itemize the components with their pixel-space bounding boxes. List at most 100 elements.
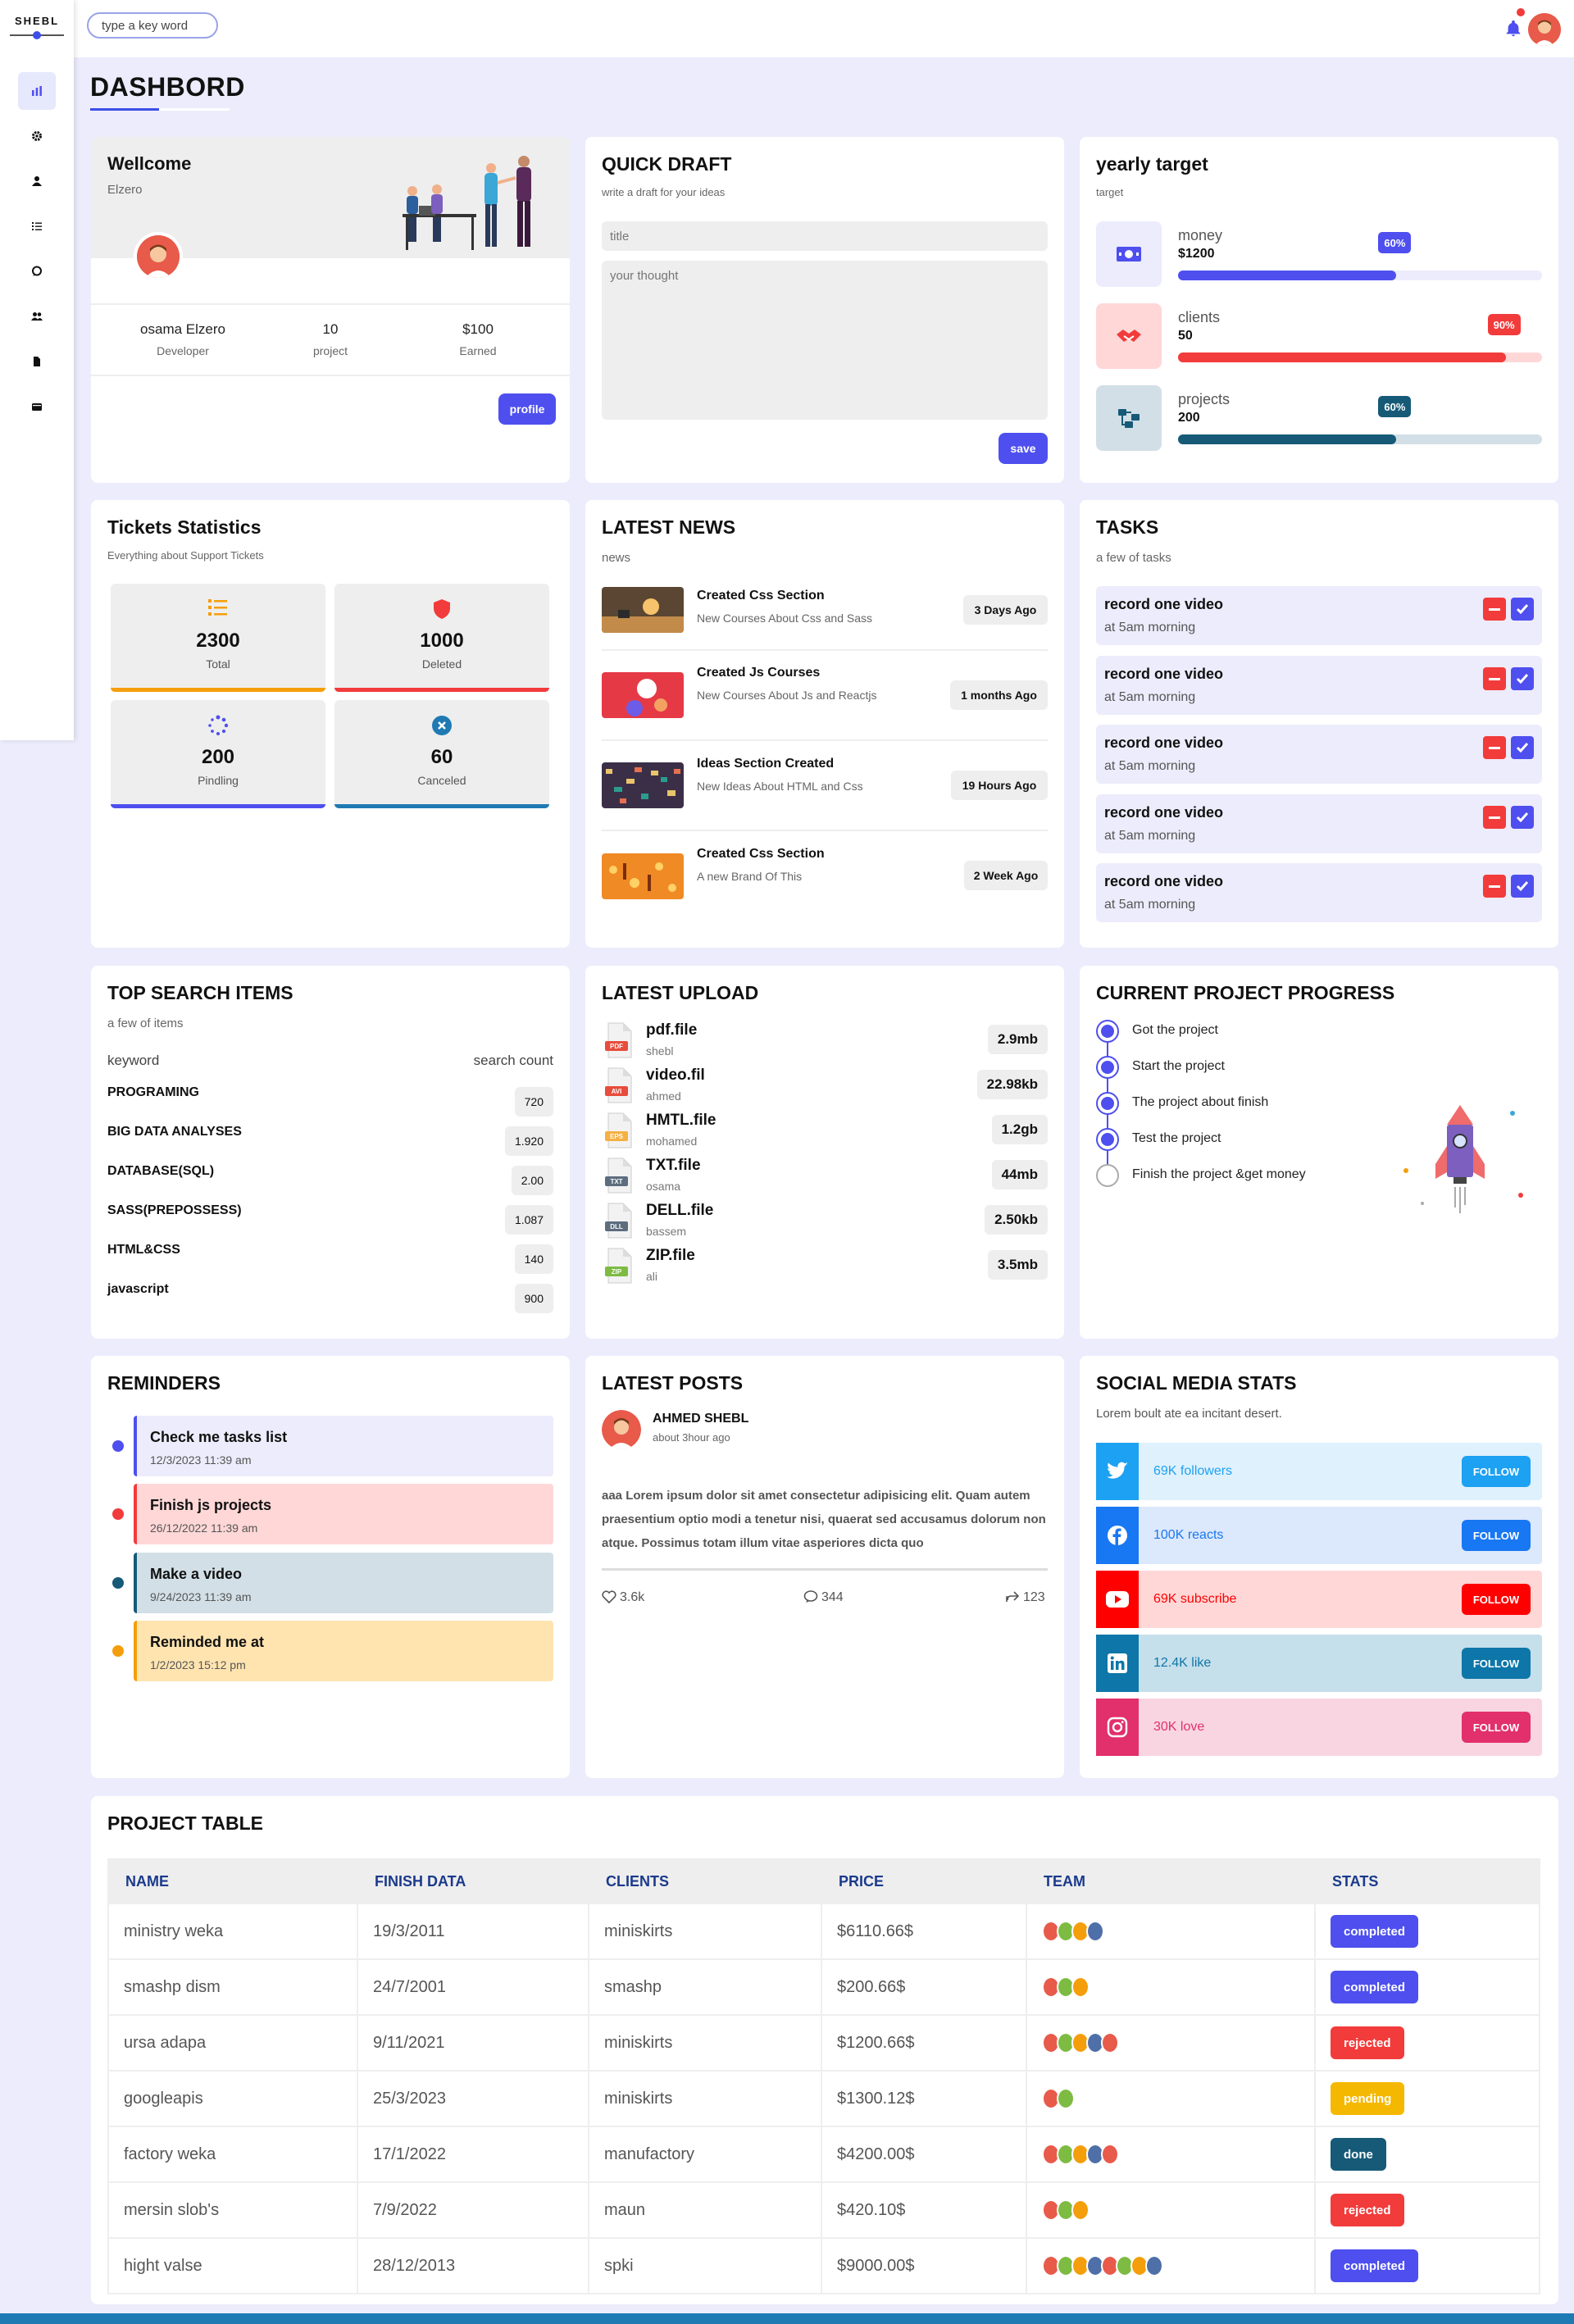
save-button[interactable]: save bbox=[999, 433, 1048, 464]
bell-icon[interactable] bbox=[1504, 20, 1522, 38]
reminder-item[interactable]: Check me tasks list 12/3/2023 11:39 am bbox=[134, 1416, 553, 1476]
column-stats[interactable]: STATS bbox=[1314, 1858, 1540, 1904]
cell-status: completed bbox=[1314, 2237, 1540, 2294]
team-avatar[interactable] bbox=[1057, 2088, 1075, 2109]
comment-icon[interactable] bbox=[803, 1590, 818, 1603]
reminder-item[interactable]: Finish js projects 26/12/2022 11:39 am bbox=[134, 1484, 553, 1544]
cell-price: $6110.66$ bbox=[821, 1903, 1027, 1960]
welcome-avatar[interactable] bbox=[134, 232, 183, 281]
social-title: SOCIAL MEDIA STATS bbox=[1096, 1372, 1297, 1394]
cell-client: miniskirts bbox=[588, 1903, 822, 1960]
table-row[interactable]: ministry weka 19/3/2011 miniskirts $6110.66… bbox=[107, 1903, 1540, 1960]
progress-step-label: Start the project bbox=[1132, 1059, 1225, 1073]
sidebar-item-projects[interactable] bbox=[18, 207, 56, 245]
sidebar-item-courses[interactable] bbox=[18, 252, 56, 290]
delete-task-button[interactable] bbox=[1483, 598, 1506, 621]
table-row[interactable]: googleapis 25/3/2023 miniskirts $1300.12$ pe… bbox=[107, 2070, 1540, 2127]
delete-task-button[interactable] bbox=[1483, 667, 1506, 690]
table-row[interactable]: factory weka 17/1/2022 manufactory $4200.00… bbox=[107, 2126, 1540, 2183]
reminder-item[interactable]: Reminded me at 1/2/2023 15:12 pm bbox=[134, 1621, 553, 1681]
reminder-item[interactable]: Make a video 9/24/2023 11:39 am bbox=[134, 1553, 553, 1613]
team-avatar[interactable] bbox=[1145, 2255, 1163, 2276]
share-icon[interactable] bbox=[1005, 1590, 1020, 1603]
table-row[interactable]: ursa adapa 9/11/2021 miniskirts $1200.66$ re… bbox=[107, 2014, 1540, 2072]
svg-text:PDF: PDF bbox=[610, 1043, 623, 1050]
complete-task-button[interactable] bbox=[1511, 875, 1534, 898]
cell-date: 24/7/2001 bbox=[357, 1958, 589, 2016]
news-item-title[interactable]: Created Css Section bbox=[697, 589, 825, 603]
complete-task-button[interactable] bbox=[1511, 806, 1534, 829]
search-input[interactable] bbox=[87, 12, 218, 39]
news-item-title[interactable]: Ideas Section Created bbox=[697, 757, 834, 771]
svg-text:AVI: AVI bbox=[612, 1088, 622, 1095]
delete-task-button[interactable] bbox=[1483, 736, 1506, 759]
column-name[interactable]: NAME bbox=[107, 1858, 358, 1904]
sidebar-item-profile[interactable] bbox=[18, 162, 56, 200]
heart-icon[interactable] bbox=[602, 1590, 616, 1603]
file-icon: ZIP bbox=[603, 1247, 635, 1285]
status-badge: rejected bbox=[1331, 2026, 1404, 2059]
news-item-title[interactable]: Created Css Section bbox=[697, 847, 825, 862]
cell-price: $9000.00$ bbox=[821, 2237, 1027, 2294]
cell-status: rejected bbox=[1314, 2181, 1540, 2239]
sidebar-item-plans[interactable] bbox=[18, 388, 56, 425]
complete-task-button[interactable] bbox=[1511, 598, 1534, 621]
draft-title-input[interactable] bbox=[602, 221, 1048, 251]
team-avatar[interactable] bbox=[1101, 2144, 1119, 2165]
news-item-title[interactable]: Created Js Courses bbox=[697, 666, 820, 680]
table-row[interactable]: smashp dism 24/7/2001 smashp $200.66$ comple… bbox=[107, 1958, 1540, 2016]
upload-file-name[interactable]: ZIP.file bbox=[646, 1247, 695, 1265]
cell-status: completed bbox=[1314, 1903, 1540, 1960]
yearly-target-title: yearly target bbox=[1096, 153, 1208, 175]
complete-task-button[interactable] bbox=[1511, 667, 1534, 690]
linkedin-follow-button[interactable]: FOLLOW bbox=[1462, 1648, 1531, 1679]
column-count-header: search count bbox=[473, 1053, 553, 1068]
upload-file-name[interactable]: TXT.file bbox=[646, 1157, 701, 1175]
upload-file-name[interactable]: DELL.file bbox=[646, 1202, 713, 1220]
project-table-card: PROJECT TABLE NAME FINISH DATA CLIENTS P… bbox=[91, 1796, 1558, 2304]
cell-name: smashp dism bbox=[107, 1958, 358, 2016]
social-row-linkedin: 12.4K like FOLLOW bbox=[1096, 1635, 1542, 1692]
progress-step-label: Test the project bbox=[1132, 1131, 1221, 1145]
post-author-name[interactable]: AHMED SHEBL bbox=[653, 1412, 748, 1426]
news-image bbox=[602, 762, 684, 808]
team-avatar[interactable] bbox=[1071, 2199, 1090, 2221]
delete-task-button[interactable] bbox=[1483, 875, 1506, 898]
cell-name: googleapis bbox=[107, 2070, 358, 2127]
ticket-deleted: 1000 Deleted bbox=[334, 584, 549, 692]
table-row[interactable]: hight valse 28/12/2013 spki $9000.00$ comple… bbox=[107, 2237, 1540, 2294]
column-finish-date[interactable]: FINISH DATA bbox=[357, 1858, 589, 1904]
svg-text:DLL: DLL bbox=[610, 1223, 623, 1230]
profile-button[interactable]: profile bbox=[498, 393, 556, 425]
handshake-icon bbox=[1096, 303, 1162, 369]
team-avatar[interactable] bbox=[1086, 1921, 1104, 1942]
delete-task-button[interactable] bbox=[1483, 806, 1506, 829]
target-progress-clients bbox=[1178, 352, 1542, 362]
upload-file-name[interactable]: HMTL.file bbox=[646, 1112, 716, 1130]
draft-body-textarea[interactable] bbox=[602, 261, 1048, 420]
post-author-avatar[interactable] bbox=[602, 1410, 641, 1449]
complete-task-button[interactable] bbox=[1511, 736, 1534, 759]
sidebar-item-settings[interactable] bbox=[18, 117, 56, 155]
sidebar-item-dashboard[interactable] bbox=[18, 72, 56, 110]
column-clients[interactable]: CLIENTS bbox=[588, 1858, 822, 1904]
facebook-follow-button[interactable]: FOLLOW bbox=[1462, 1520, 1531, 1551]
search-items-title: TOP SEARCH ITEMS bbox=[107, 982, 293, 1003]
sidebar-item-friends[interactable] bbox=[18, 298, 56, 335]
instagram-follow-button[interactable]: FOLLOW bbox=[1462, 1712, 1531, 1743]
tickets-title: Tickets Statistics bbox=[107, 516, 262, 538]
status-badge: pending bbox=[1331, 2082, 1405, 2115]
sidebar-item-files[interactable] bbox=[18, 343, 56, 380]
youtube-follow-button[interactable]: FOLLOW bbox=[1462, 1584, 1531, 1615]
column-team[interactable]: TEAM bbox=[1026, 1858, 1316, 1904]
avatar[interactable] bbox=[1528, 13, 1561, 46]
column-price[interactable]: PRICE bbox=[821, 1858, 1027, 1904]
twitter-follow-button[interactable]: FOLLOW bbox=[1462, 1456, 1531, 1487]
target-value-money: $1200 bbox=[1178, 247, 1215, 261]
table-row[interactable]: mersin slob's 7/9/2022 maun $420.10$ rejecte… bbox=[107, 2181, 1540, 2239]
latest-posts-card: LATEST POSTS AHMED SHEBL about 3hour ago… bbox=[585, 1356, 1064, 1778]
team-avatar[interactable] bbox=[1101, 2032, 1119, 2053]
upload-file-name[interactable]: video.fil bbox=[646, 1066, 705, 1085]
upload-file-name[interactable]: pdf.file bbox=[646, 1021, 697, 1039]
team-avatar[interactable] bbox=[1071, 1976, 1090, 1998]
